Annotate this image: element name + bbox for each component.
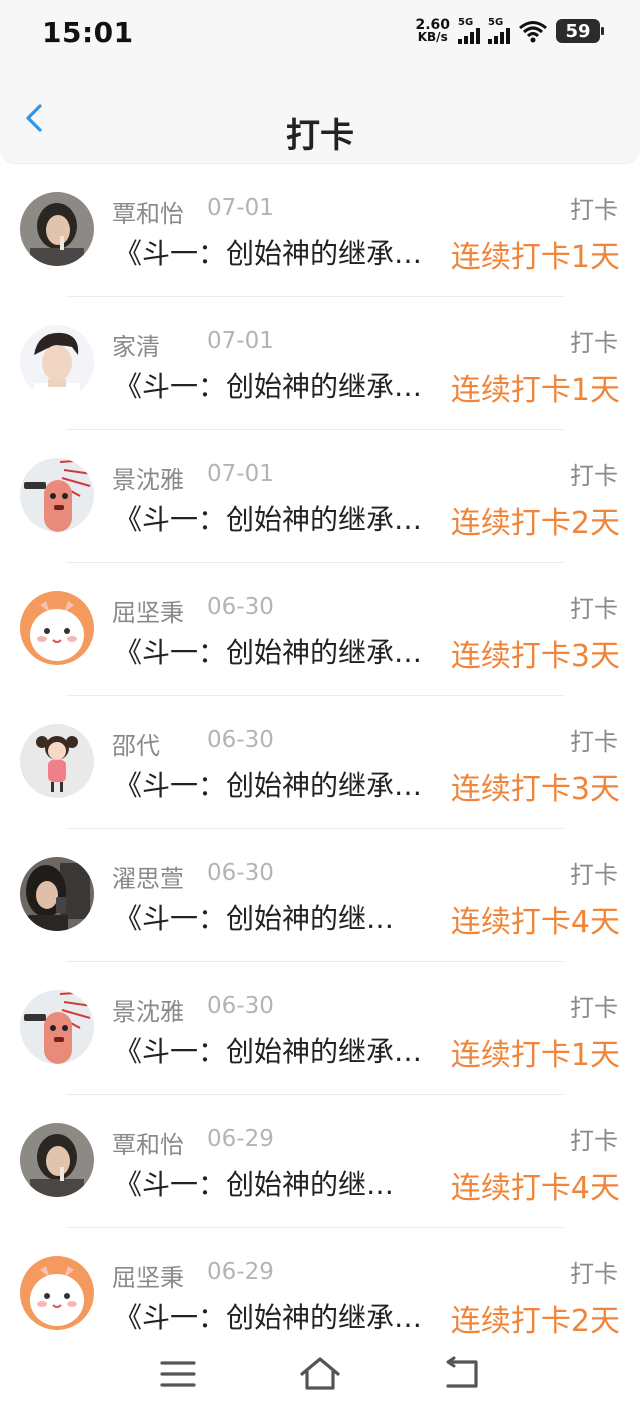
book-title[interactable]: 《斗一：创始神的继承… [114, 498, 422, 538]
avatar[interactable] [20, 591, 94, 665]
checkin-item[interactable]: 濯思萱 06-30 打卡《斗一：创始神的继… 连续打卡4天 [0, 829, 640, 962]
book-title[interactable]: 《斗一：创始神的继… [114, 1163, 394, 1203]
user-name[interactable]: 覃和怡 [112, 194, 184, 229]
checkin-item[interactable]: 邵代 06-30 打卡《斗一：创始神的继承… 连续打卡3天 [0, 696, 640, 829]
status-bar: 15:01 2.60 KB/s 5G 5G 59 [0, 0, 640, 72]
checkin-tag: 打卡 [570, 861, 618, 889]
checkin-item[interactable]: 景沈雅 07-01 打卡《斗一：创始神的继承… 连续打卡2天 [0, 430, 640, 563]
book-title[interactable]: 《斗一：创始神的继… [114, 897, 394, 937]
streak-label: 连续打卡2天 [450, 506, 620, 541]
checkin-date: 06-30 [207, 993, 274, 1019]
checkin-tag: 打卡 [570, 462, 618, 490]
user-name[interactable]: 家清 [112, 327, 160, 362]
user-name[interactable]: 覃和怡 [112, 1125, 184, 1160]
avatar[interactable] [20, 857, 94, 931]
book-title[interactable]: 《斗一：创始神的继承… [114, 365, 422, 405]
checkin-date: 06-30 [207, 860, 274, 886]
checkin-item[interactable]: 屈坚秉 06-30 打卡《斗一：创始神的继承… 连续打卡3天 [0, 563, 640, 696]
streak-label: 连续打卡2天 [450, 1304, 620, 1339]
checkin-item[interactable]: 覃和怡 07-01 打卡《斗一：创始神的继承… 连续打卡1天 [0, 164, 640, 297]
network-speed: 2.60 KB/s [415, 17, 450, 44]
home-icon[interactable] [298, 1354, 342, 1394]
checkin-tag: 打卡 [570, 196, 618, 224]
streak-label: 连续打卡1天 [450, 1038, 620, 1073]
avatar[interactable] [20, 325, 94, 399]
wifi-icon [519, 21, 547, 43]
battery-icon: 59 [556, 19, 604, 43]
book-title[interactable]: 《斗一：创始神的继承… [114, 1030, 422, 1070]
status-icons: 2.60 KB/s 5G 5G 59 [415, 17, 604, 44]
streak-label: 连续打卡4天 [450, 1171, 620, 1206]
checkin-item[interactable]: 家清 07-01 打卡《斗一：创始神的继承… 连续打卡1天 [0, 297, 640, 430]
user-name[interactable]: 屈坚秉 [112, 1258, 184, 1293]
page-title: 打卡 [286, 116, 354, 156]
book-title[interactable]: 《斗一：创始神的继承… [114, 764, 422, 804]
streak-label: 连续打卡4天 [450, 905, 620, 940]
checkin-date: 07-01 [207, 195, 274, 221]
checkin-list: 覃和怡 07-01 打卡 《斗一：创始神的继承… 连续打卡1天 家清 07-01 打卡 《斗一：… [0, 164, 640, 1361]
book-title[interactable]: 《斗一：创始神的继承… [114, 1296, 422, 1336]
checkin-item[interactable]: 景沈雅 06-30 打卡《斗一：创始神的继承… 连续打卡1天 [0, 962, 640, 1095]
checkin-tag: 打卡 [570, 994, 618, 1022]
checkin-date: 07-01 [207, 328, 274, 354]
checkin-date: 07-01 [207, 461, 274, 487]
checkin-tag: 打卡 [570, 1260, 618, 1288]
checkin-tag: 打卡 [570, 329, 618, 357]
checkin-date: 06-29 [207, 1259, 274, 1285]
signal-icon: 5G [488, 18, 510, 44]
avatar[interactable] [20, 192, 94, 266]
book-title[interactable]: 《斗一：创始神的继承… [114, 631, 422, 671]
streak-label: 连续打卡3天 [450, 639, 620, 674]
checkin-item[interactable]: 覃和怡 06-29 打卡《斗一：创始神的继… 连续打卡4天 [0, 1095, 640, 1228]
avatar[interactable] [20, 990, 94, 1064]
streak-label: 连续打卡1天 [450, 373, 620, 408]
checkin-date: 06-30 [207, 594, 274, 620]
checkin-tag: 打卡 [570, 728, 618, 756]
user-name[interactable]: 景沈雅 [112, 460, 184, 495]
avatar[interactable] [20, 458, 94, 532]
checkin-tag: 打卡 [570, 1127, 618, 1155]
streak-label: 连续打卡3天 [450, 772, 620, 807]
menu-icon[interactable] [156, 1354, 200, 1394]
user-name[interactable]: 濯思萱 [112, 859, 184, 894]
streak-label: 连续打卡1天 [450, 240, 620, 275]
return-icon[interactable] [440, 1354, 484, 1394]
book-title[interactable]: 《斗一：创始神的继承… [114, 232, 422, 272]
checkin-tag: 打卡 [570, 595, 618, 623]
signal-icon: 5G [458, 18, 480, 44]
status-time: 15:01 [42, 16, 134, 49]
avatar[interactable] [20, 724, 94, 798]
user-name[interactable]: 屈坚秉 [112, 593, 184, 628]
checkin-date: 06-30 [207, 727, 274, 753]
user-name[interactable]: 邵代 [112, 726, 160, 761]
checkin-date: 06-29 [207, 1126, 274, 1152]
avatar[interactable] [20, 1256, 94, 1330]
system-navbar [0, 1340, 640, 1415]
avatar[interactable] [20, 1123, 94, 1197]
user-name[interactable]: 景沈雅 [112, 992, 184, 1027]
header: 打卡 [0, 72, 640, 164]
